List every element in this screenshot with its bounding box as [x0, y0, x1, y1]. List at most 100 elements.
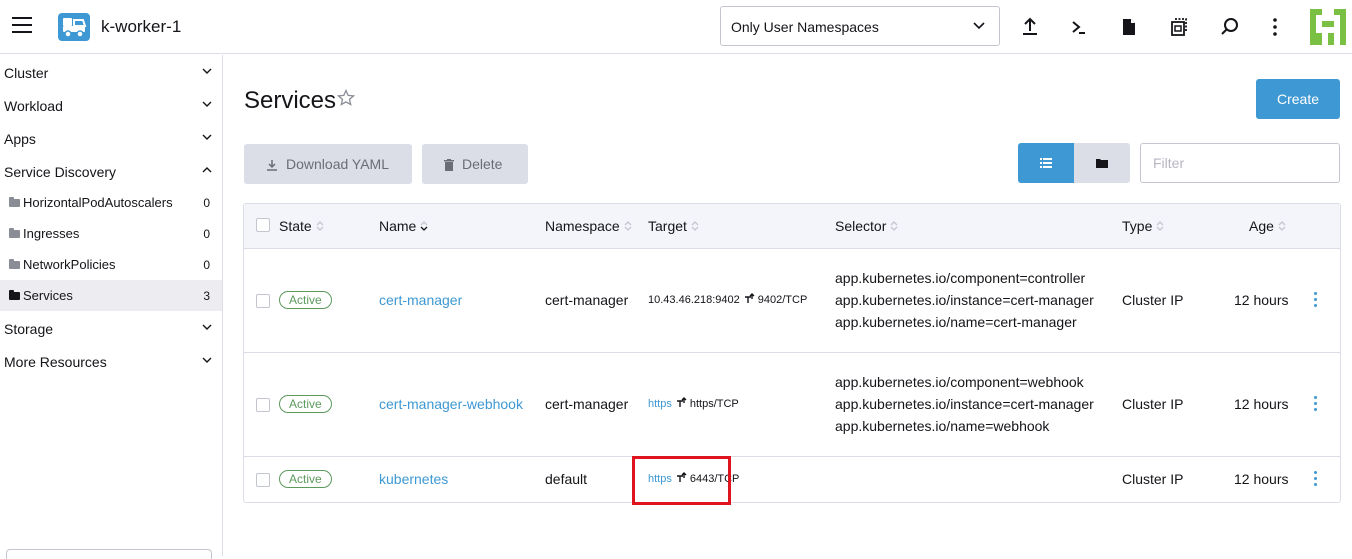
- column-header-label: Selector: [835, 218, 887, 234]
- sidebar-group-cluster[interactable]: Cluster: [0, 55, 222, 88]
- sidebar-group-more-resources[interactable]: More Resources: [0, 344, 222, 377]
- target-cell: https 6443/TCP: [648, 472, 739, 485]
- target-from: 10.43.46.218:9402: [648, 294, 740, 306]
- sidebar-group-storage[interactable]: Storage: [0, 311, 222, 344]
- target-from[interactable]: https: [648, 473, 672, 485]
- avatar[interactable]: [1310, 9, 1346, 45]
- download-yaml-label: Download YAML: [286, 156, 389, 172]
- service-name-link[interactable]: kubernetes: [379, 471, 448, 487]
- search-icon[interactable]: [1219, 16, 1241, 38]
- selector-label: app.kubernetes.io/component=webhook: [835, 374, 1084, 390]
- column-header-label: Type: [1122, 218, 1153, 234]
- chevron-down-icon: [202, 68, 212, 74]
- table-row: Active cert-manager-webhook cert-manager…: [244, 353, 1340, 457]
- sidebar-group-label: More Resources: [4, 354, 107, 370]
- sidebar-item-networkpolicies[interactable]: NetworkPolicies 0: [0, 249, 222, 280]
- target-to: https/TCP: [689, 398, 739, 410]
- menu-icon[interactable]: [12, 17, 32, 35]
- column-header-state[interactable]: State: [279, 218, 324, 234]
- column-header-age[interactable]: Age: [1249, 218, 1286, 234]
- chevron-up-icon: [202, 167, 212, 173]
- more-vertical-icon[interactable]: [1264, 16, 1286, 38]
- select-all-checkbox[interactable]: [256, 218, 270, 232]
- sidebar-group-apps[interactable]: Apps: [0, 121, 222, 154]
- selector-cell: app.kubernetes.io/component=controller a…: [835, 267, 1094, 333]
- row-checkbox[interactable]: [256, 398, 270, 412]
- sidebar-item-horizontalpodautoscalers[interactable]: HorizontalPodAutoscalers 0: [0, 187, 222, 218]
- folder-icon: [1096, 159, 1108, 168]
- sort-icon: [624, 221, 632, 231]
- column-header-target[interactable]: Target: [648, 218, 699, 234]
- row-checkbox[interactable]: [256, 294, 270, 308]
- sidebar-item-ingresses[interactable]: Ingresses 0: [0, 218, 222, 249]
- cluster-name: k-worker-1: [101, 17, 182, 36]
- table-header: State Name Namespace Target Selector Typ…: [244, 204, 1340, 249]
- kubeconfig-icon[interactable]: [1118, 16, 1140, 38]
- sidebar-group-label: Workload: [4, 98, 63, 114]
- sidebar-group-label: Storage: [4, 321, 54, 337]
- age-cell: 12 hours: [1234, 292, 1289, 308]
- import-yaml-icon[interactable]: [1019, 16, 1041, 38]
- delete-label: Delete: [462, 156, 503, 172]
- chevron-down-icon: [202, 101, 212, 107]
- list-icon: [1040, 158, 1052, 168]
- sidebar-item-services[interactable]: Services 3: [0, 280, 222, 311]
- create-button[interactable]: Create: [1256, 79, 1340, 119]
- sidebar-item-count: 0: [203, 196, 210, 210]
- column-header-name[interactable]: Name: [379, 218, 428, 234]
- row-checkbox[interactable]: [256, 473, 270, 487]
- namespace-select-value: Only User Namespaces: [731, 19, 879, 35]
- namespace-cell: default: [545, 471, 588, 487]
- view-toggle: [1018, 143, 1130, 183]
- folder-icon: [9, 290, 20, 300]
- sidebar-group-workload[interactable]: Workload: [0, 88, 222, 121]
- status-badge: Active: [279, 395, 332, 413]
- folder-icon: [9, 197, 20, 207]
- sidebar-footer: [6, 549, 212, 559]
- services-table: State Name Namespace Target Selector Typ…: [243, 203, 1341, 503]
- sidebar-item-label: NetworkPolicies: [23, 257, 116, 272]
- star-icon[interactable]: [337, 89, 355, 107]
- page-title: Services: [244, 87, 337, 114]
- sidebar: Cluster Workload Apps Service Discovery …: [0, 55, 223, 559]
- service-name-link[interactable]: cert-manager-webhook: [379, 396, 523, 412]
- sidebar-item-count: 3: [203, 289, 210, 303]
- column-header-selector[interactable]: Selector: [835, 218, 898, 234]
- row-actions-icon[interactable]: [1310, 292, 1320, 308]
- delete-button[interactable]: Delete: [422, 144, 528, 184]
- target-from[interactable]: https: [648, 398, 672, 410]
- table-row: Active kubernetes default https 6443/TCP …: [244, 457, 1340, 503]
- target-to: 6443/TCP: [689, 473, 740, 485]
- type-cell: Cluster IP: [1122, 471, 1184, 487]
- sidebar-group-label: Cluster: [4, 65, 49, 81]
- main-content: Services Create Download YAML Delete Fil…: [224, 55, 1352, 556]
- group-by-namespace-button[interactable]: [1074, 143, 1130, 183]
- selector-label: app.kubernetes.io/instance=cert-manager: [835, 292, 1094, 308]
- target-cell: https https/TCP: [648, 397, 739, 410]
- row-actions-icon[interactable]: [1310, 396, 1320, 412]
- selector-label: app.kubernetes.io/component=controller: [835, 270, 1086, 286]
- flat-list-view-button[interactable]: [1018, 143, 1074, 183]
- selector-label: app.kubernetes.io/instance=cert-manager: [835, 396, 1094, 412]
- column-header-label: Target: [648, 218, 687, 234]
- copy-kubeconfig-icon[interactable]: [1168, 16, 1190, 38]
- sidebar-item-label: Services: [23, 288, 73, 303]
- namespace-select[interactable]: Only User Namespaces: [720, 6, 1000, 46]
- target-cell: 10.43.46.218:9402 9402/TCP: [648, 293, 807, 306]
- column-header-namespace[interactable]: Namespace: [545, 218, 632, 234]
- type-cell: Cluster IP: [1122, 292, 1184, 308]
- sidebar-group-service-discovery[interactable]: Service Discovery: [0, 154, 222, 187]
- kubectl-shell-icon[interactable]: [1068, 16, 1090, 38]
- column-header-type[interactable]: Type: [1122, 218, 1164, 234]
- chevron-down-icon: [202, 357, 212, 363]
- service-name-link[interactable]: cert-manager: [379, 292, 462, 308]
- download-yaml-button[interactable]: Download YAML: [244, 144, 412, 184]
- sort-icon: [890, 221, 898, 231]
- sidebar-item-label: HorizontalPodAutoscalers: [23, 195, 173, 210]
- filter-input[interactable]: [1140, 143, 1340, 183]
- age-cell: 12 hours: [1234, 396, 1289, 412]
- row-actions-icon[interactable]: [1310, 471, 1320, 487]
- table-row: Active cert-manager cert-manager 10.43.4…: [244, 249, 1340, 353]
- column-header-label: State: [279, 218, 312, 234]
- status-badge: Active: [279, 470, 332, 488]
